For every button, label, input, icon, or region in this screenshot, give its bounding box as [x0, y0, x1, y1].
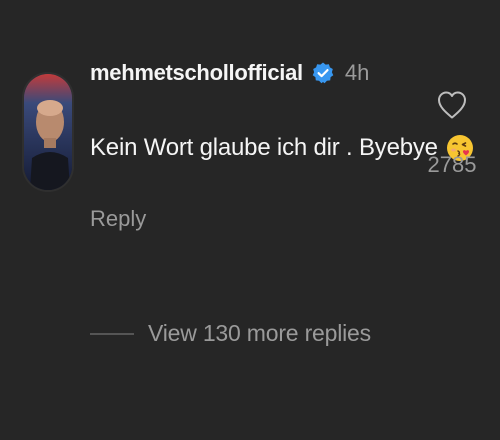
- like-column: 2785: [420, 88, 484, 178]
- comment-body: Kein Wort glaube ich dir . Byebye: [90, 134, 474, 162]
- verified-badge-icon: [312, 62, 334, 84]
- view-more-replies-label: View 130 more replies: [148, 320, 371, 346]
- avatar-photo: [24, 74, 72, 190]
- view-more-replies-button[interactable]: View 130 more replies: [90, 320, 371, 347]
- reply-button[interactable]: Reply: [90, 206, 146, 232]
- comment-header: mehmetschollofficial 4h: [90, 60, 369, 86]
- comment-item: mehmetschollofficial 4h Kein Wort glaube…: [0, 0, 500, 440]
- replies-divider: [90, 332, 134, 335]
- username[interactable]: mehmetschollofficial: [90, 60, 303, 86]
- avatar[interactable]: [24, 74, 72, 190]
- comment-text: Kein Wort glaube ich dir . Byebye: [90, 134, 438, 161]
- comment-time: 4h: [344, 60, 370, 85]
- like-count: 2785: [427, 152, 477, 177]
- heart-icon[interactable]: [435, 88, 469, 122]
